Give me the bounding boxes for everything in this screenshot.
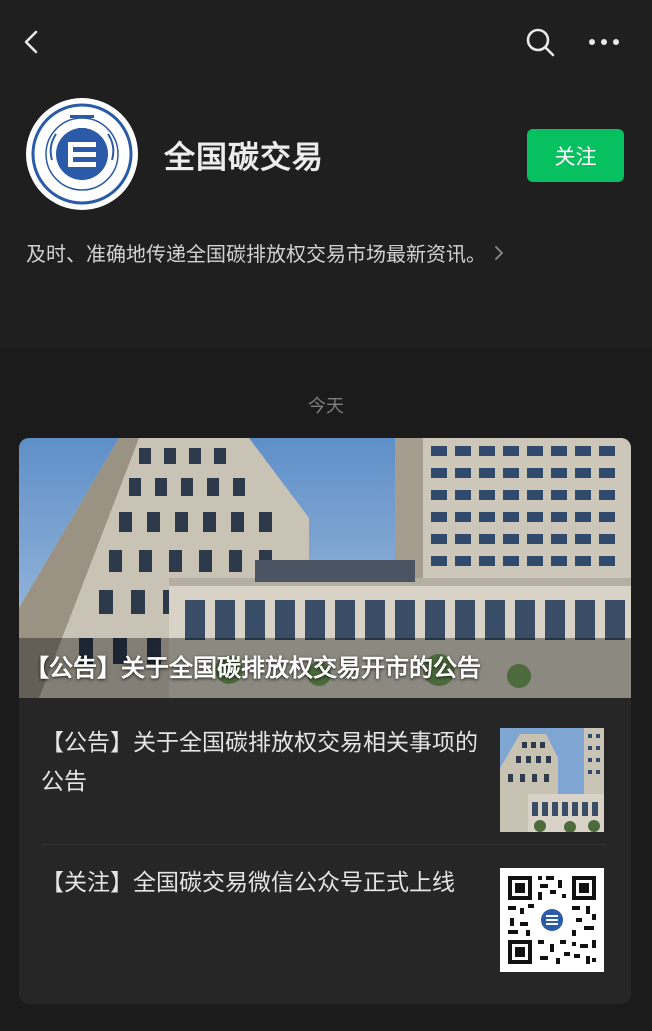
account-description[interactable]: 及时、准确地传递全国碳排放权交易市场最新资讯。: [26, 238, 504, 267]
description-text: 及时、准确地传递全国碳排放权交易市场最新资讯。: [26, 242, 486, 266]
building-photo-icon: [500, 728, 604, 832]
exchange-logo-icon: [28, 100, 136, 208]
more-button[interactable]: [582, 20, 626, 64]
article-card: 【公告】关于全国碳排放权交易开市的公告 【公告】关于全国碳排放权交易相关事项的公…: [19, 438, 631, 1004]
qr-code-icon: [500, 868, 604, 972]
search-button[interactable]: [518, 20, 562, 64]
nav-bar: [0, 0, 652, 84]
article-title: 【公告】关于全国碳排放权交易相关事项的公告: [41, 730, 478, 795]
article-thumbnail: [500, 868, 604, 972]
back-button[interactable]: [10, 20, 54, 64]
chevron-right-icon: [494, 244, 504, 262]
cover-article[interactable]: 【公告】关于全国碳排放权交易开市的公告: [19, 438, 631, 698]
list-item[interactable]: 【关注】全国碳交易微信公众号正式上线: [19, 860, 631, 980]
search-icon: [526, 28, 555, 57]
cover-article-title: 【公告】关于全国碳排放权交易开市的公告: [25, 654, 481, 682]
account-name: 全国碳交易: [164, 140, 324, 176]
account-avatar[interactable]: [26, 98, 138, 210]
more-icon: [589, 39, 619, 45]
article-title: 【关注】全国碳交易微信公众号正式上线: [41, 870, 455, 896]
article-thumbnail: [500, 728, 604, 832]
profile-header: 全国碳交易 关注 及时、准确地传递全国碳排放权交易市场最新资讯。: [0, 0, 652, 348]
date-label: 今天: [308, 396, 344, 417]
follow-button[interactable]: 关注: [527, 129, 624, 182]
chevron-left-icon: [24, 30, 38, 54]
list-item[interactable]: 【公告】关于全国碳排放权交易相关事项的公告: [19, 720, 631, 840]
divider: [41, 844, 607, 845]
